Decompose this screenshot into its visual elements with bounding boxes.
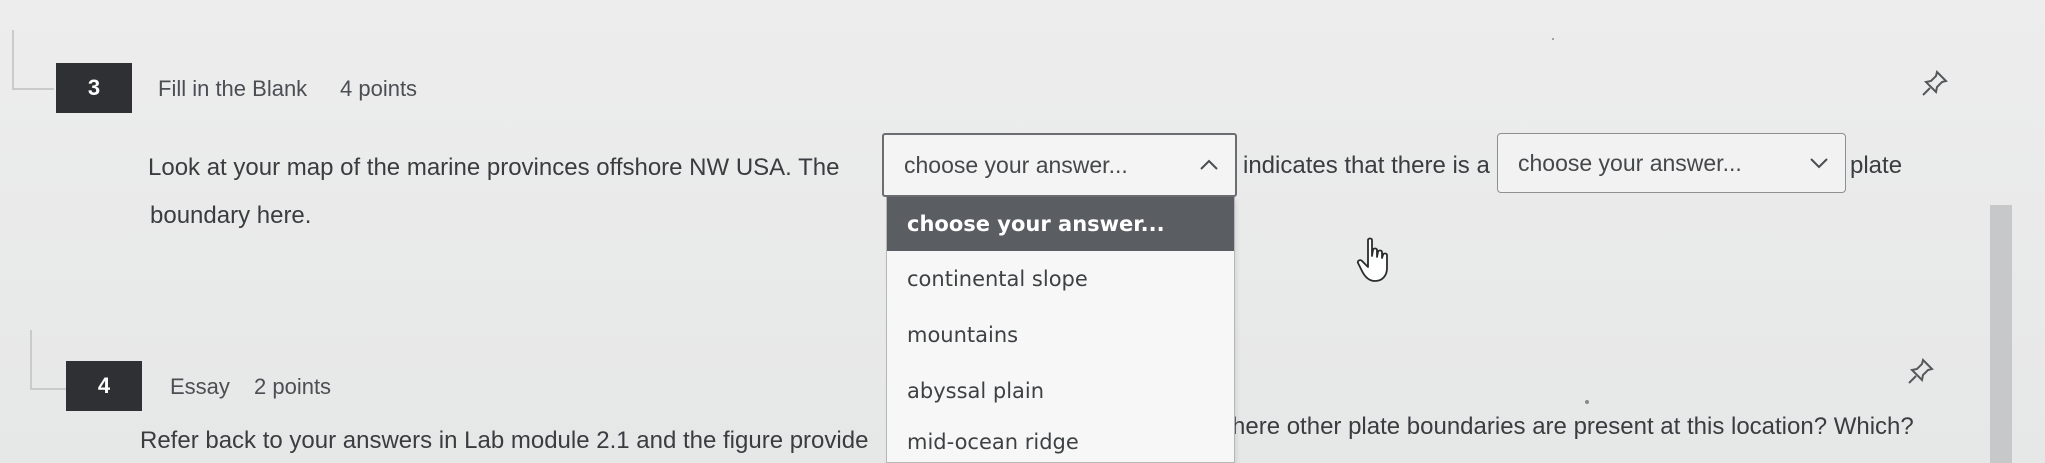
dropdown-option[interactable]: continental slope bbox=[887, 254, 1234, 304]
question-points-label: 2 points bbox=[254, 374, 332, 399]
dropdown-option[interactable]: abyssal plain bbox=[887, 366, 1234, 416]
question-type-label: Fill in the Blank bbox=[158, 76, 308, 101]
dropdown-option[interactable]: mid-ocean ridge bbox=[887, 421, 1234, 463]
question-type-label: Essay bbox=[170, 374, 230, 399]
pin-icon[interactable] bbox=[1906, 356, 1936, 386]
quiz-page: 3 Fill in the Blank 4 points Look at you… bbox=[0, 0, 2045, 463]
dropdown-option[interactable]: choose your answer... bbox=[887, 197, 1234, 251]
chevron-down-icon bbox=[1810, 158, 1828, 169]
answer-select-1-value: choose your answer... bbox=[904, 151, 1128, 178]
scrollbar[interactable] bbox=[1990, 205, 2012, 463]
answer-select-1-dropdown: choose your answer... continental slope … bbox=[886, 197, 1235, 463]
answer-select-2[interactable]: choose your answer... bbox=[1497, 133, 1846, 193]
tree-guide-line bbox=[30, 388, 66, 390]
prompt-text-after: plate bbox=[1850, 152, 1903, 179]
question-points-label: 4 points bbox=[340, 76, 418, 101]
essay-prompt-right: here other plate boundaries are present … bbox=[1232, 413, 1914, 440]
question-number-badge: 4 bbox=[66, 361, 142, 411]
question-number-badge: 3 bbox=[56, 63, 132, 113]
hand-pointer-icon bbox=[1356, 237, 1388, 282]
essay-prompt-left: Refer back to your answers in Lab module… bbox=[140, 427, 869, 454]
dropdown-option[interactable]: mountains bbox=[887, 310, 1234, 360]
dust-speck bbox=[1585, 400, 1589, 404]
prompt-text-before: Look at your map of the marine provinces… bbox=[148, 154, 840, 181]
tree-guide-line bbox=[30, 330, 32, 390]
answer-select-1[interactable]: choose your answer... bbox=[882, 133, 1237, 197]
chevron-up-icon bbox=[1200, 159, 1218, 170]
pin-icon[interactable] bbox=[1920, 68, 1950, 98]
tree-guide-line bbox=[12, 88, 54, 90]
prompt-text-middle: indicates that there is a bbox=[1243, 152, 1490, 179]
prompt-text-line2: boundary here. bbox=[150, 202, 312, 229]
dust-speck bbox=[1552, 38, 1554, 40]
tree-guide-line bbox=[12, 30, 14, 90]
answer-select-2-value: choose your answer... bbox=[1518, 149, 1742, 176]
